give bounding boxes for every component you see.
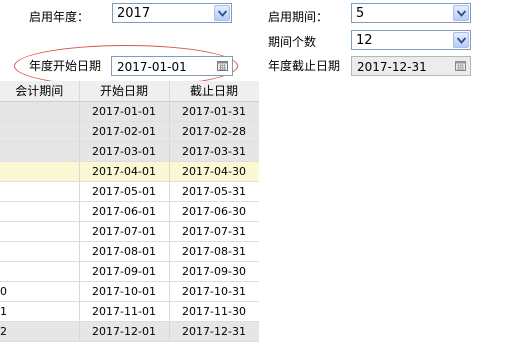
start-date-cell: 2017-03-01: [79, 141, 170, 162]
period-cell: 1: [0, 301, 80, 322]
start-date-cell: 2017-12-01: [79, 321, 170, 342]
table-row-selected[interactable]: 2017-04-01 2017-04-30: [0, 161, 259, 182]
start-date-cell: 2017-10-01: [79, 281, 170, 302]
period-cell: [0, 261, 80, 282]
column-header-end-date[interactable]: 截止日期: [169, 81, 259, 102]
table-row[interactable]: 1 2017-11-01 2017-11-30: [0, 301, 259, 322]
start-period-value: 5: [356, 6, 365, 21]
chevron-down-icon[interactable]: [453, 32, 469, 48]
start-date-cell: 2017-02-01: [79, 121, 170, 142]
year-end-date-value: 2017-12-31: [357, 60, 427, 74]
period-count-select[interactable]: 12: [351, 30, 471, 50]
table-row[interactable]: 2 2017-12-01 2017-12-31: [0, 321, 259, 342]
period-cell: [0, 181, 80, 202]
start-year-select[interactable]: 2017: [112, 3, 232, 23]
column-header-period[interactable]: 会计期间: [0, 81, 80, 102]
end-date-cell: 2017-02-28: [169, 121, 259, 142]
start-date-cell: 2017-08-01: [79, 241, 170, 262]
end-date-cell: 2017-04-30: [169, 161, 259, 182]
start-year-label: 启用年度：: [29, 10, 90, 24]
period-cell: [0, 201, 80, 222]
table-row[interactable]: 2017-01-01 2017-01-31: [0, 101, 259, 122]
start-period-select[interactable]: 5: [351, 3, 471, 23]
start-date-cell: 2017-09-01: [79, 261, 170, 282]
period-count-label: 期间个数: [268, 35, 317, 49]
period-cell: [0, 221, 80, 242]
end-date-cell: 2017-01-31: [169, 101, 259, 122]
end-date-cell: 2017-05-31: [169, 181, 259, 202]
chevron-down-icon[interactable]: [214, 5, 230, 21]
start-date-cell: 2017-01-01: [79, 101, 170, 122]
end-date-cell: 2017-10-31: [169, 281, 259, 302]
year-end-date-label: 年度截止日期: [268, 59, 341, 73]
table-row[interactable]: 0 2017-10-01 2017-10-31: [0, 281, 259, 302]
period-cell: 0: [0, 281, 80, 302]
period-count-value: 12: [356, 33, 373, 48]
calendar-icon: [455, 61, 466, 71]
start-date-cell: 2017-06-01: [79, 201, 170, 222]
end-date-cell: 2017-06-30: [169, 201, 259, 222]
start-year-value: 2017: [117, 6, 151, 21]
start-date-cell: 2017-04-01: [79, 161, 170, 182]
table-row[interactable]: 2017-08-01 2017-08-31: [0, 241, 259, 262]
period-cell: 2: [0, 321, 80, 342]
end-date-cell: 2017-11-30: [169, 301, 259, 322]
end-date-cell: 2017-03-31: [169, 141, 259, 162]
table-row[interactable]: 2017-05-01 2017-05-31: [0, 181, 259, 202]
table-row[interactable]: 2017-09-01 2017-09-30: [0, 261, 259, 282]
period-cell: [0, 241, 80, 262]
chevron-down-icon[interactable]: [453, 5, 469, 21]
year-start-date-field[interactable]: 2017-01-01: [111, 56, 233, 76]
column-header-start-date[interactable]: 开始日期: [79, 81, 170, 102]
start-period-label: 启用期间：: [268, 10, 329, 24]
table-row[interactable]: 2017-06-01 2017-06-30: [0, 201, 259, 222]
table-row[interactable]: 2017-07-01 2017-07-31: [0, 221, 259, 242]
period-cell: [0, 161, 80, 182]
start-date-cell: 2017-05-01: [79, 181, 170, 202]
year-start-date-label: 年度开始日期: [29, 59, 102, 73]
period-cell: [0, 141, 80, 162]
table-row[interactable]: 2017-03-01 2017-03-31: [0, 141, 259, 162]
end-date-cell: 2017-07-31: [169, 221, 259, 242]
start-date-cell: 2017-11-01: [79, 301, 170, 322]
year-start-date-value: 2017-01-01: [117, 60, 187, 74]
year-end-date-field: 2017-12-31: [351, 56, 471, 76]
end-date-cell: 2017-09-30: [169, 261, 259, 282]
period-table: 会计期间 开始日期 截止日期 2017-01-01 2017-01-31 201…: [0, 81, 259, 361]
period-cell: [0, 101, 80, 122]
end-date-cell: 2017-08-31: [169, 241, 259, 262]
start-date-cell: 2017-07-01: [79, 221, 170, 242]
period-cell: [0, 121, 80, 142]
table-header-row: 会计期间 开始日期 截止日期: [0, 81, 259, 102]
calendar-icon[interactable]: [217, 61, 228, 71]
table-row[interactable]: 2017-02-01 2017-02-28: [0, 121, 259, 142]
end-date-cell: 2017-12-31: [169, 321, 259, 342]
